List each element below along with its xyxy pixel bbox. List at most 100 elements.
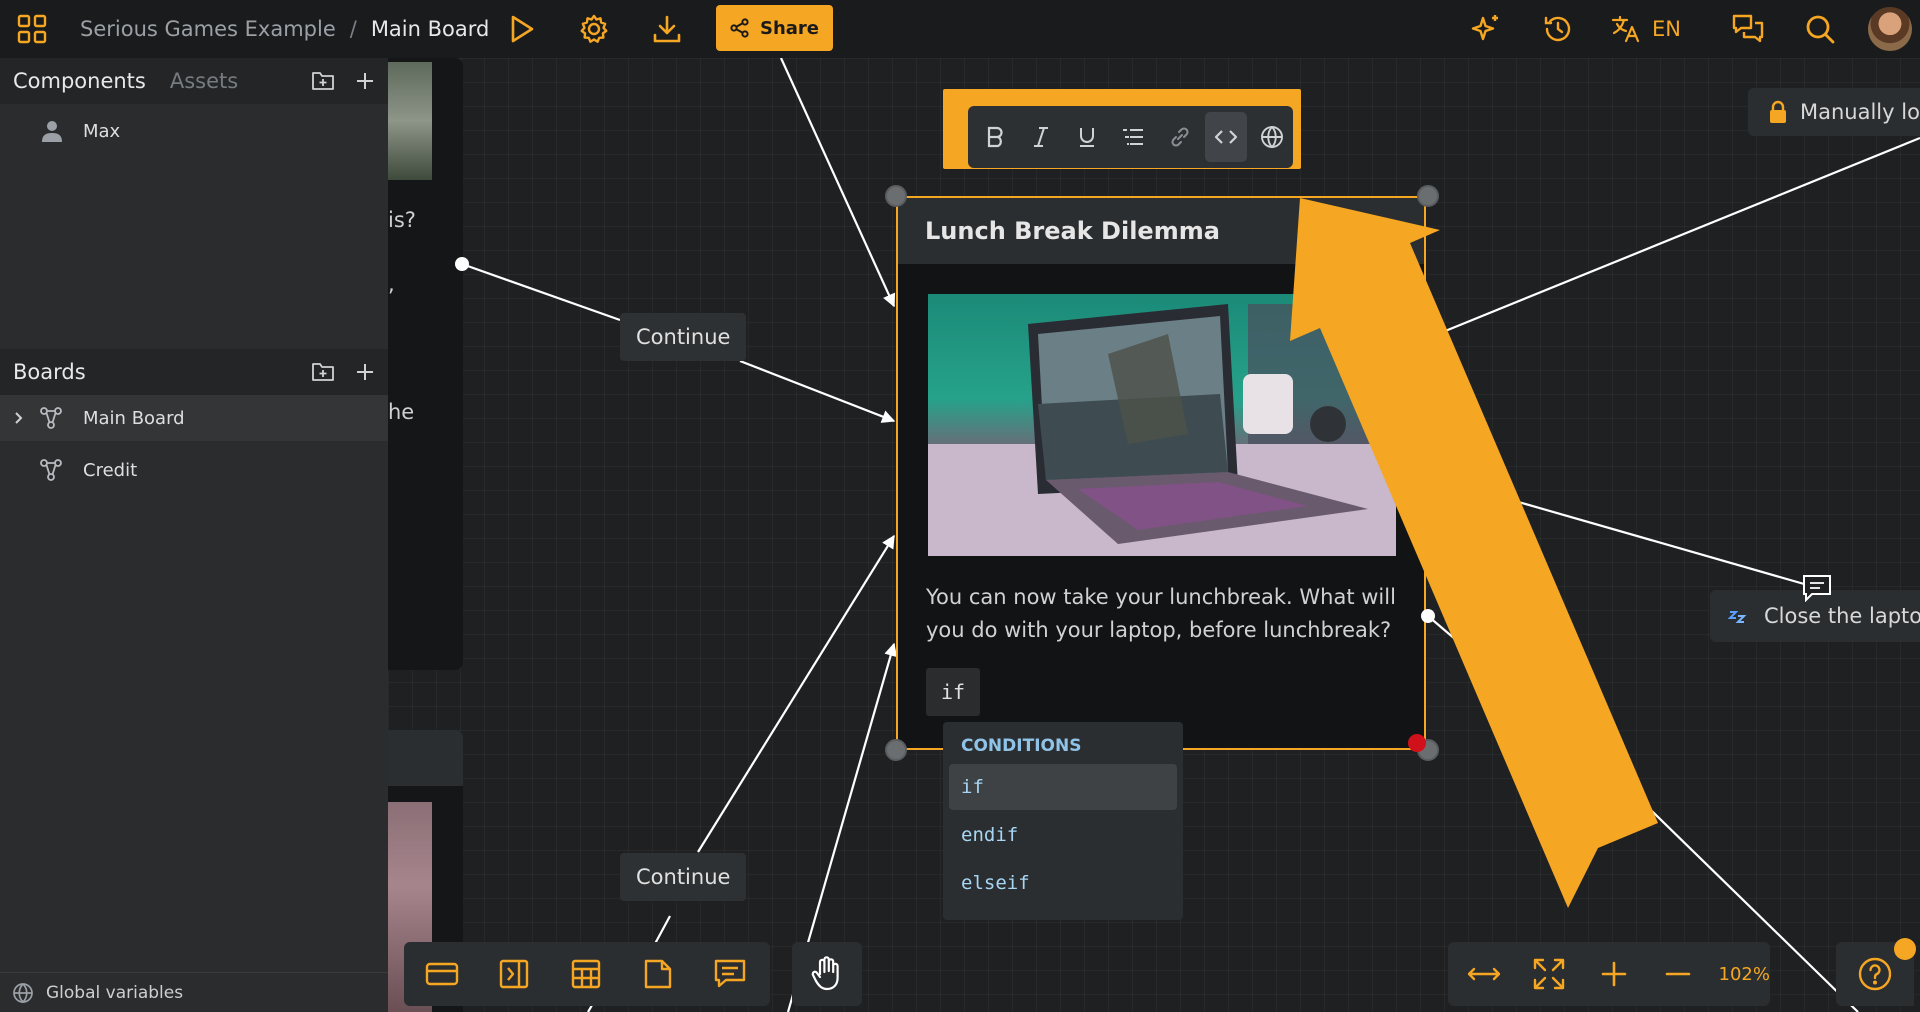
code-icon[interactable] [1204,112,1247,162]
translate-icon [1611,15,1640,43]
left-node-card[interactable]: is? , he [388,58,463,670]
resize-handle-bottom-left[interactable] [885,739,907,761]
node-body-text[interactable]: You can now take your lunchbreak. What w… [926,581,1406,647]
board-item-main-board[interactable]: Main Board [0,395,388,441]
tab-assets[interactable]: Assets [170,69,238,93]
person-icon [40,119,64,143]
notification-dot [1894,938,1916,960]
breadcrumb: Serious Games Example / Main Board [80,0,489,58]
global-variables-label: Global variables [46,982,184,1003]
left-node-text-fragment: , [388,272,395,296]
language-switcher[interactable]: EN [1610,0,1681,58]
sidebar: Components Assets Max Boards Main Board … [0,58,388,1012]
breadcrumb-project[interactable]: Serious Games Example [80,17,336,41]
pan-hand-tool[interactable] [792,942,862,1006]
history-icon[interactable] [1538,0,1578,58]
gear-icon[interactable] [574,0,614,58]
conditions-header: CONDITIONS [961,736,1082,756]
top-bar: Serious Games Example / Main Board Share [0,0,1920,58]
board-label: Credit [83,459,138,481]
add-jump-icon[interactable] [480,946,548,1002]
download-icon[interactable] [647,0,687,58]
add-note-icon[interactable] [624,946,692,1002]
language-label: EN [1652,17,1681,41]
fit-screen-icon[interactable] [1517,946,1582,1002]
component-label: Max [83,120,121,142]
new-folder-icon[interactable] [310,68,336,94]
output-dot[interactable] [1421,469,1435,483]
board-label: Main Board [83,407,185,429]
add-node-toolbar [404,942,770,1006]
left-node-text-fragment: he [388,400,415,424]
left-node-text-fragment: is? [388,208,416,232]
boards-header: Boards [0,349,388,395]
condition-option-endif[interactable]: endif [949,812,1177,858]
globe-icon[interactable] [1251,112,1293,162]
continue-choice[interactable]: Continue [620,853,747,901]
apps-grid-icon[interactable] [12,0,52,58]
share-button[interactable]: Share [716,5,833,51]
continue-label: Continue [636,325,731,349]
bold-icon[interactable] [974,112,1016,162]
dialogue-node[interactable]: Lunch Break Dilemma You can now take you… [896,196,1426,750]
tab-components[interactable]: Components [13,69,146,93]
breadcrumb-board: Main Board [370,17,490,41]
underline-icon[interactable] [1066,112,1108,162]
comment-marker-icon[interactable] [1802,574,1832,602]
avatar[interactable] [1868,7,1912,51]
component-item-max[interactable]: Max [0,108,388,154]
output-dot[interactable] [1421,609,1435,623]
help-icon [1858,957,1892,991]
locked-node-badge[interactable]: Manually lo [1748,88,1920,136]
global-variables-button[interactable]: Global variables [0,972,388,1012]
zoom-in-icon[interactable] [1581,946,1646,1002]
resize-handle-top-right[interactable] [1417,185,1439,207]
add-component-icon[interactable] [352,68,378,94]
new-board-folder-icon[interactable] [310,359,336,385]
components-header: Components Assets [0,58,388,104]
add-table-icon[interactable] [552,946,620,1002]
connection-dot[interactable] [455,257,469,271]
locked-badge-label: Manually lo [1800,100,1920,124]
choice-label: Close the lapto [1764,604,1920,628]
boards-title: Boards [13,360,86,384]
zoom-out-icon[interactable] [1646,946,1711,1002]
search-icon[interactable] [1800,0,1840,58]
node-image-laptop [928,294,1396,556]
sparkle-ai-icon[interactable] [1466,0,1506,58]
resize-handle-top-left[interactable] [885,185,907,207]
share-label: Share [759,17,819,39]
text-format-toolbar [968,106,1293,168]
output-dot[interactable] [1421,331,1435,345]
fit-width-icon[interactable] [1452,946,1517,1002]
list-icon[interactable] [1112,112,1154,162]
add-comment-icon[interactable] [696,946,764,1002]
globe-variables-icon [12,982,34,1004]
left-node-header[interactable] [388,730,463,786]
node-title: Lunch Break Dilemma [925,217,1220,245]
condition-chip[interactable]: if [926,668,980,716]
play-icon[interactable] [502,0,542,58]
add-card-icon[interactable] [408,946,476,1002]
chevron-right-icon[interactable] [12,411,26,425]
error-indicator[interactable] [1408,734,1426,752]
board-graph-icon [40,407,62,429]
condition-option-elseif[interactable]: elseif [949,860,1177,906]
share-icon [730,18,749,38]
comments-icon[interactable] [1728,0,1768,58]
add-board-icon[interactable] [352,359,378,385]
node-header[interactable]: Lunch Break Dilemma [898,198,1424,264]
board-item-credit[interactable]: Credit [0,447,388,493]
left-node-image [388,62,432,180]
breadcrumb-separator: / [349,17,357,41]
condition-chip-label: if [940,680,966,704]
board-canvas[interactable]: is? , he Continue Continue Lunch Break D… [388,58,1920,1012]
lock-icon [1770,100,1786,123]
condition-option-if[interactable]: if [949,764,1177,810]
sleep-icon [1728,611,1747,623]
board-graph-icon [40,459,62,481]
continue-choice[interactable]: Continue [620,313,747,361]
continue-label: Continue [636,865,731,889]
italic-icon[interactable] [1020,112,1062,162]
link-icon[interactable] [1159,112,1201,162]
